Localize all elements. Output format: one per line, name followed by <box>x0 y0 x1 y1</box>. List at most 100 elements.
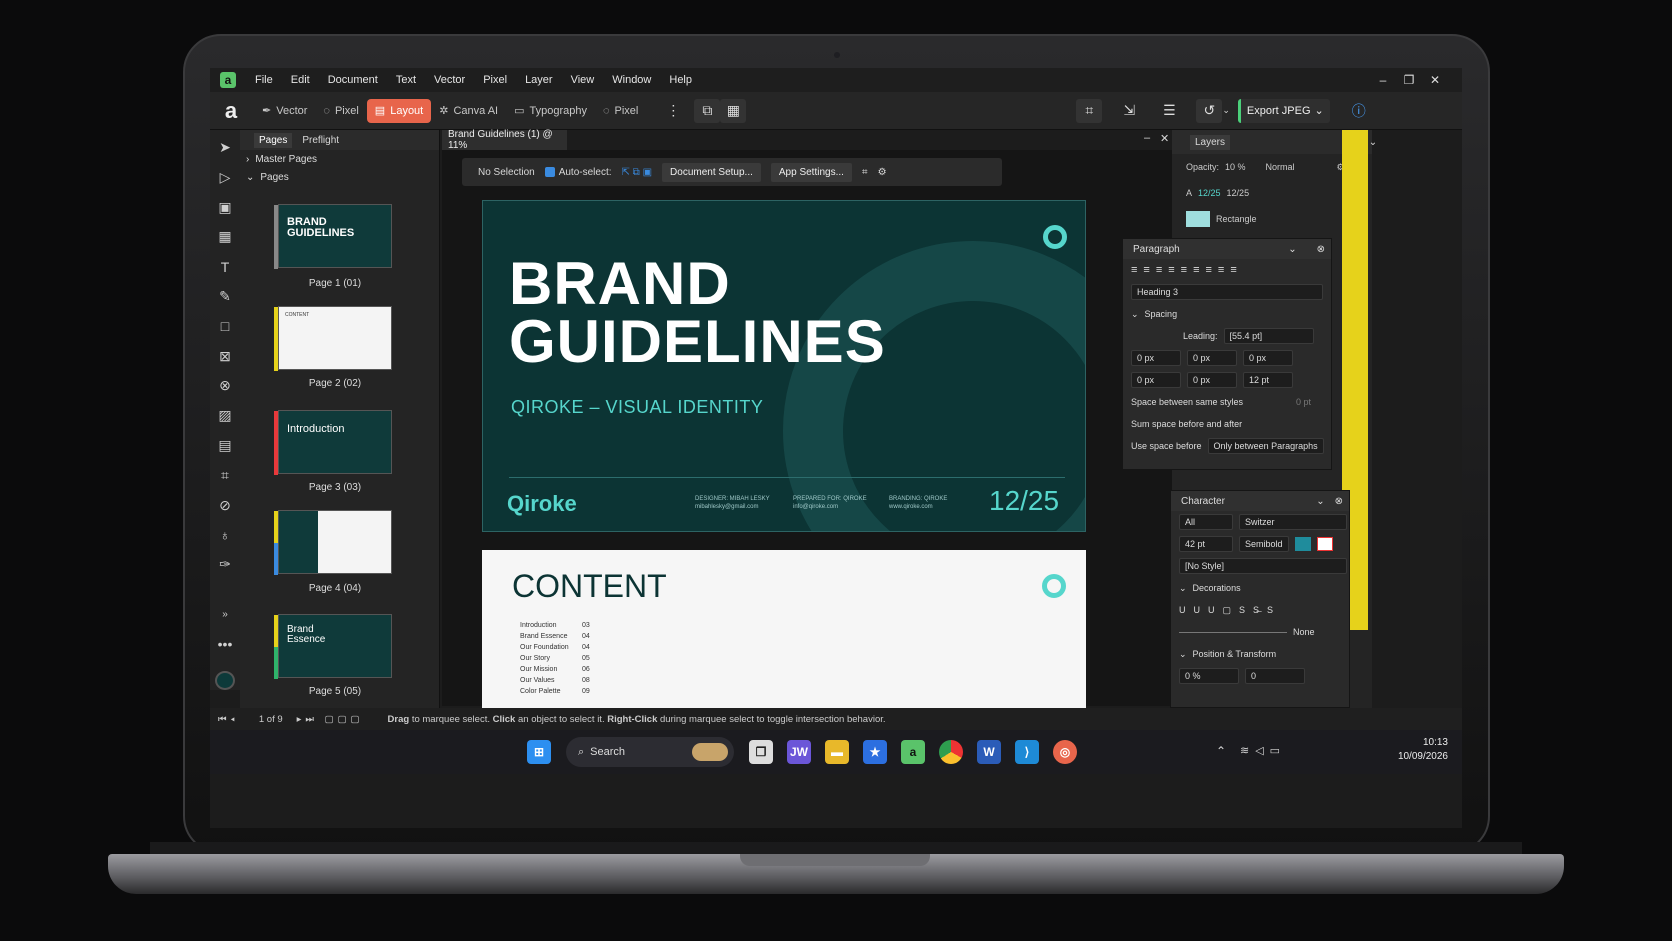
menu-edit[interactable]: Edit <box>282 74 319 86</box>
chevron-down-icon[interactable]: ⌄ <box>1316 496 1324 507</box>
menu-pixel[interactable]: Pixel <box>474 74 516 86</box>
place-image-tool-icon[interactable]: ▨ <box>218 406 231 425</box>
minimize-icon[interactable]: – <box>1370 68 1396 92</box>
copy-icon[interactable]: ⧉ <box>694 98 721 123</box>
gear-icon[interactable]: ⚙ <box>878 167 887 178</box>
pages-group-row[interactable]: ⌄ Pages <box>240 168 439 186</box>
first-page-icon[interactable]: ⏮◂ <box>218 714 239 725</box>
snap-icon[interactable]: ⌗ <box>1076 98 1103 123</box>
slide-title[interactable]: BRAND GUIDELINES <box>509 254 886 372</box>
font-weight-select[interactable]: Semibold <box>1239 536 1289 552</box>
scope-select[interactable]: All <box>1179 514 1233 530</box>
chevron-down-icon[interactable]: ⌄ <box>1222 105 1230 116</box>
character-style-select[interactable]: [No Style] <box>1179 558 1347 574</box>
close-icon[interactable]: ⊗ <box>1335 496 1343 507</box>
first-indent-field[interactable]: 0 px <box>1187 350 1237 366</box>
chevron-down-icon[interactable]: ⌄ <box>1368 130 1378 154</box>
frame-text-tool-icon[interactable]: ▣ <box>218 198 231 217</box>
menu-window[interactable]: Window <box>603 74 660 86</box>
baseline-field[interactable]: 0 % <box>1179 668 1239 684</box>
persona-pixel-2[interactable]: ◌ Pixel <box>595 99 646 123</box>
line-style-label[interactable]: None <box>1293 627 1315 637</box>
same-styles-row[interactable]: Space between same styles 0 pt <box>1123 391 1331 413</box>
picture-frame-tool-icon[interactable]: ⊠ <box>219 347 231 366</box>
menu-document[interactable]: Document <box>319 74 387 86</box>
color-swatch-icon[interactable] <box>215 670 235 690</box>
maximize-icon[interactable]: ❐ <box>1396 68 1422 92</box>
history-icon[interactable]: ↺ <box>1196 98 1223 123</box>
export-button[interactable]: Export JPEG ⌄ <box>1237 98 1330 123</box>
help-icon[interactable]: ⓘ <box>1346 99 1372 123</box>
slide-number[interactable]: 12/25 <box>989 485 1059 517</box>
slide-brand-guidelines[interactable]: BRAND GUIDELINES QIROKE – VISUAL IDENTITY… <box>482 200 1086 532</box>
page-thumbnail[interactable]: BRAND GUIDELINES <box>274 204 392 269</box>
more-icon[interactable]: ⋮ <box>660 99 686 123</box>
slide-content[interactable]: CONTENT Introduction Brand Essence Our F… <box>482 550 1086 720</box>
persona-layout[interactable]: ▤ Layout <box>366 98 432 123</box>
close-icon[interactable]: ⊗ <box>1317 244 1325 255</box>
space-before-field[interactable]: 0 px <box>1131 372 1181 388</box>
menu-help[interactable]: Help <box>660 74 701 86</box>
designer-credit[interactable]: DESIGNER: MIBAH LESKY mibahlesky@gmail.co… <box>695 495 770 511</box>
word-icon[interactable]: W <box>977 740 1001 764</box>
rectangle-tool-icon[interactable]: □ <box>221 317 229 336</box>
tab-layers[interactable]: Layers <box>1190 134 1231 150</box>
document-tab[interactable]: Brand Guidelines (1) @ 11% <box>442 129 567 151</box>
start-icon[interactable]: ⊞ <box>527 740 551 764</box>
close-window-icon[interactable]: ✕ <box>1422 68 1448 92</box>
persona-vector[interactable]: ✒ Vector <box>254 99 315 123</box>
clock[interactable]: 10:13 10/09/2026 <box>1398 736 1448 764</box>
store-icon[interactable]: ★ <box>863 740 887 764</box>
font-family-select[interactable]: Switzer <box>1239 514 1347 530</box>
spacing-pt-field[interactable]: 12 pt <box>1243 372 1293 388</box>
master-pages-row[interactable]: › Master Pages <box>240 150 439 168</box>
spacing-section[interactable]: ⌄ Spacing <box>1123 303 1331 325</box>
page-thumbnail[interactable] <box>274 510 392 575</box>
close-doc-icon[interactable]: ✕ <box>1160 132 1169 145</box>
table-tool-icon[interactable]: ▦ <box>218 227 231 246</box>
menu-file[interactable]: File <box>246 74 282 86</box>
menu-text[interactable]: Text <box>387 74 425 86</box>
select-mode-icon[interactable]: ⇱ ⧉ ▣ <box>622 167 653 178</box>
minimize-doc-icon[interactable]: – <box>1144 132 1150 144</box>
vscode-icon[interactable]: ⟩ <box>1015 740 1039 764</box>
more-tools-icon[interactable]: ••• <box>218 635 233 654</box>
text-color-swatch[interactable] <box>1295 537 1311 551</box>
opacity-value[interactable]: 10 % <box>1225 162 1246 172</box>
align-icon[interactable]: ☰ <box>1156 99 1182 123</box>
page-thumbnail[interactable]: Introduction <box>274 410 392 475</box>
task-view-icon[interactable]: ❐ <box>749 740 773 764</box>
slide-title[interactable]: CONTENT <box>512 568 667 605</box>
font-size-field[interactable]: 42 pt <box>1179 536 1233 552</box>
affinity-publisher-icon[interactable]: ◎ <box>1053 740 1077 764</box>
affinity-app-icon[interactable]: a <box>220 72 236 88</box>
decoration-buttons[interactable]: UUU▢SS̶S <box>1171 599 1349 621</box>
transparency-tool-icon[interactable]: ⊘ <box>219 496 231 515</box>
fill-tool-icon[interactable]: ♁ <box>220 526 231 545</box>
document-tool-icon[interactable]: ▤ <box>218 436 231 455</box>
canvas[interactable]: No Selection Auto-select: ⇱ ⧉ ▣ Document… <box>442 150 1172 720</box>
wifi-volume-battery-icon[interactable]: ≋◁▭ <box>1240 744 1286 757</box>
affinity-taskbar-icon[interactable]: a <box>901 740 925 764</box>
app-settings-button[interactable]: App Settings... <box>770 162 852 182</box>
file-explorer-icon[interactable]: ▬ <box>825 740 849 764</box>
left-indent-field[interactable]: 0 px <box>1131 350 1181 366</box>
next-page-icon[interactable]: ▸⏭ ▢▢▢ <box>297 714 364 725</box>
auto-select-toggle[interactable]: Auto-select: <box>544 167 612 178</box>
node-tool-icon[interactable]: ▷ <box>220 168 231 187</box>
skew-field[interactable]: 0 <box>1245 668 1305 684</box>
blend-mode-select[interactable]: Normal <box>1266 162 1295 172</box>
chevron-down-icon[interactable]: ⌄ <box>1288 244 1296 255</box>
brand-wordmark[interactable]: Qiroke <box>507 491 577 517</box>
branding-credit[interactable]: BRANDING: QIROKE www.qiroke.com <box>889 495 947 511</box>
toc-pages[interactable]: 03 04 04 05 06 08 09 <box>582 620 590 697</box>
position-transform-section[interactable]: ⌄ Position & Transform <box>1171 643 1349 665</box>
menu-view[interactable]: View <box>562 74 604 86</box>
toc-list[interactable]: Introduction Brand Essence Our Foundatio… <box>520 620 569 697</box>
transform-icon[interactable]: ⇲ <box>1116 99 1142 123</box>
grid-settings-icon[interactable]: ⌗ <box>862 167 868 178</box>
persona-pixel[interactable]: ◌ Pixel <box>315 99 366 123</box>
artistic-text-tool-icon[interactable]: T <box>221 257 230 276</box>
tab-preflight[interactable]: Preflight <box>302 135 339 146</box>
use-space-select[interactable]: Only between Paragraphs <box>1207 438 1324 454</box>
